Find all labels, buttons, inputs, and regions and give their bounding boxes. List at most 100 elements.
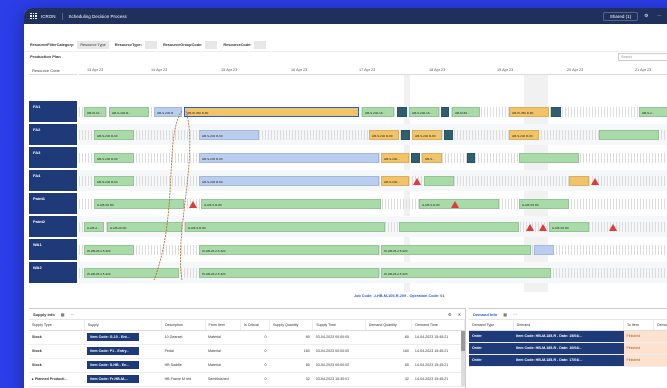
- app-grid-icon[interactable]: [30, 12, 37, 20]
- job-bar[interactable]: HB-S-240 R-90: [94, 176, 134, 186]
- job-bar[interactable]: HB-S-2...: [639, 107, 667, 117]
- demand-tab[interactable]: Demand Info: [473, 312, 497, 317]
- job-bar[interactable]: HB-W-350 R-80: [509, 107, 549, 117]
- resource-label-fa2[interactable]: FA2: [29, 124, 77, 145]
- job-bar[interactable]: W-HB-26-2.5-320: [381, 268, 551, 278]
- settings-icon[interactable]: ⚙: [641, 13, 651, 19]
- resource-label-wa2[interactable]: WA2: [29, 262, 77, 283]
- col-to-item[interactable]: To Item: [623, 320, 654, 331]
- filter-resource-type[interactable]: [144, 40, 157, 49]
- more-options-icon[interactable]: ⋯: [71, 312, 75, 317]
- warning-icon[interactable]: [609, 224, 617, 231]
- job-bar[interactable]: H-HB-S R-80: [419, 199, 499, 209]
- job-bar[interactable]: HB-S-240 R-90: [94, 130, 134, 140]
- search-input[interactable]: Search: [618, 52, 667, 61]
- table-row[interactable]: Order Item Code: HB-M-185-R - Date: 16/0…: [469, 342, 667, 355]
- scrollbar[interactable]: [461, 331, 465, 386]
- job-bar[interactable]: W-HB-26-2.5-320: [84, 245, 134, 255]
- settings-icon[interactable]: ⚙: [448, 312, 452, 317]
- job-bar[interactable]: H-HB-S R-80: [185, 222, 385, 232]
- col-is-critical[interactable]: Is Critical: [240, 320, 271, 331]
- resource-label-paint1[interactable]: Paint1: [29, 193, 77, 214]
- supply-code[interactable]: Item Code: P1 - Entry...: [87, 346, 140, 355]
- job-bar[interactable]: W-HB-26-2.5-320: [199, 245, 379, 255]
- job-bar[interactable]: HB-S-240 R-80: [509, 130, 539, 140]
- job-bar[interactable]: [401, 130, 410, 140]
- job-bar[interactable]: HB-S-240 R-80: [199, 153, 379, 163]
- col-supply-time[interactable]: Supply Time: [312, 320, 366, 331]
- job-bar[interactable]: [551, 107, 561, 117]
- job-bar[interactable]: [467, 153, 475, 163]
- table-row[interactable]: Order Item Code: HB-M-185-R - Date: 17/0…: [469, 354, 667, 367]
- grid-view-icon[interactable]: ▦: [503, 312, 507, 317]
- shared-button[interactable]: Shared (1): [602, 11, 639, 21]
- job-bar[interactable]: [444, 130, 453, 140]
- col-supply[interactable]: Supply: [84, 320, 163, 331]
- job-bar[interactable]: H-HB-S5 R0: [519, 199, 569, 209]
- col-demand-time[interactable]: Demand Time: [411, 320, 465, 331]
- resource-label-fa3[interactable]: FA3: [29, 147, 77, 168]
- job-bar[interactable]: HB-S-240 R: [154, 107, 182, 117]
- job-bar[interactable]: [441, 107, 449, 117]
- table-row[interactable]: Order Item Code: HB-M-185-R - Date: 15/0…: [469, 330, 667, 343]
- filter-resource-category[interactable]: Resource Type: [77, 40, 109, 49]
- job-bar-selected[interactable]: HB-W-350 R-80: [184, 107, 359, 117]
- warning-icon[interactable]: [539, 224, 547, 231]
- job-bar[interactable]: HB-S-240-R...: [109, 107, 149, 117]
- job-bar[interactable]: W-HB-26-2.5-320: [84, 268, 179, 278]
- col-from-item[interactable]: From Item: [205, 320, 241, 331]
- grid-view-icon[interactable]: ▦: [61, 312, 65, 317]
- job-bar[interactable]: W-HB-26-2.5-320: [381, 245, 531, 255]
- col-demand[interactable]: Demand: [513, 320, 625, 331]
- col-supply-qty[interactable]: Supply Quantity: [269, 320, 314, 331]
- table-row[interactable]: ▸ Planned Producti... Item Code: Fr-HB-M…: [29, 372, 465, 387]
- job-bar[interactable]: HB-S-240 R-90: [94, 153, 134, 163]
- filter-resource-code[interactable]: [254, 40, 267, 49]
- job-bar[interactable]: [397, 107, 407, 117]
- job-bar[interactable]: [599, 130, 659, 140]
- warning-icon[interactable]: [413, 178, 421, 185]
- job-bar[interactable]: W-HB-26-2.5-320: [199, 268, 379, 278]
- job-bar[interactable]: HB-M-50...: [452, 107, 480, 117]
- close-icon[interactable]: ✕: [458, 312, 461, 317]
- job-bar[interactable]: H-HB-26 R0: [107, 222, 182, 232]
- resource-label-fa1[interactable]: FA1: [29, 101, 77, 122]
- col-demand-qty[interactable]: Demand Quantity: [365, 320, 413, 331]
- job-bar[interactable]: [399, 222, 519, 232]
- warning-icon[interactable]: [591, 178, 599, 185]
- resource-label-fa4[interactable]: FA4: [29, 170, 77, 191]
- job-bar[interactable]: HB-S-240...: [381, 176, 409, 186]
- more-options-icon[interactable]: ⋯: [513, 312, 517, 317]
- table-row[interactable]: Stock Item Code: P1 - Entry... Pedal Mat…: [29, 344, 465, 359]
- job-bar[interactable]: H-HB-2...: [84, 222, 104, 232]
- col-description[interactable]: Description: [161, 320, 206, 331]
- job-bar[interactable]: HB-S-240 R-80: [199, 176, 379, 186]
- table-row[interactable]: Stock Item Code: G-10 - Ent... 10 Gearse…: [29, 330, 465, 345]
- supply-code[interactable]: Item Code: S-HB - En...: [87, 360, 140, 369]
- warning-icon[interactable]: [451, 201, 459, 208]
- job-bar[interactable]: [411, 153, 420, 163]
- warning-icon[interactable]: [189, 201, 197, 208]
- job-bar[interactable]: H-HB-S5 R0: [94, 199, 184, 209]
- job-bar[interactable]: HB-S-240-16...: [409, 107, 439, 117]
- col-supply-type[interactable]: Supply Type: [29, 320, 85, 331]
- job-bar[interactable]: HB-W-10...: [84, 107, 106, 117]
- job-bar[interactable]: [519, 153, 579, 163]
- table-row[interactable]: Stock Item Code: S-HB - En... HB Saddle …: [29, 358, 465, 373]
- filter-resource-group[interactable]: [205, 40, 218, 49]
- job-bar[interactable]: HB-S...: [422, 153, 442, 163]
- job-bar[interactable]: HB-S-240 R-80: [412, 130, 442, 140]
- warning-icon[interactable]: [526, 224, 534, 231]
- job-bar[interactable]: HB-S-240...: [381, 153, 409, 163]
- job-bar[interactable]: [534, 245, 554, 255]
- resource-label-paint2[interactable]: Paint2: [29, 216, 77, 237]
- job-bar[interactable]: HB-S-240-16...: [362, 107, 394, 117]
- job-bar[interactable]: HB-S-240 R-80: [369, 130, 399, 140]
- more-icon[interactable]: ⋯: [654, 13, 665, 19]
- supply-tab[interactable]: Supply Info: [33, 312, 55, 317]
- job-bar[interactable]: H-HB-S R-80: [201, 199, 381, 209]
- job-bar[interactable]: H-HB-S5 R0: [549, 222, 589, 232]
- supply-code[interactable]: Item Code: G-10 - Ent...: [87, 332, 140, 341]
- resource-label-wa1[interactable]: WA1: [29, 239, 77, 260]
- job-bar[interactable]: [424, 176, 454, 186]
